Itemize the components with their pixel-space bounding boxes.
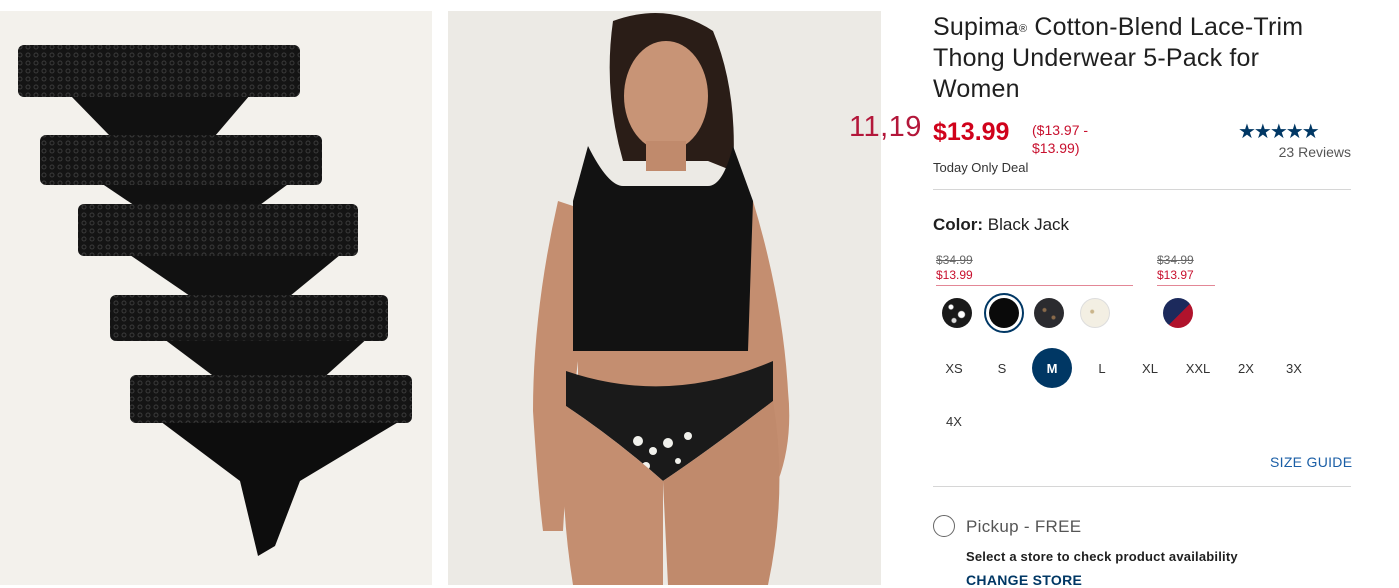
size-option-s[interactable]: S — [982, 348, 1022, 388]
group2-was-price: $34.99 — [1157, 253, 1194, 267]
size-guide-link[interactable]: SIZE GUIDE — [1270, 454, 1352, 470]
group2-now-price: $13.97 — [1157, 268, 1194, 282]
title-brand: Supima — [933, 13, 1019, 41]
swatch-cream-print[interactable] — [1080, 298, 1110, 328]
color-label: Color: Black Jack — [933, 215, 1069, 235]
star-icons: ★★★★★ — [1238, 121, 1320, 143]
group2-underline — [1157, 285, 1215, 286]
group1-underline — [936, 285, 1133, 286]
color-label-key: Color: — [933, 215, 984, 234]
sale-price: $13.99 — [933, 118, 1010, 146]
size-option-m[interactable]: M — [1032, 348, 1072, 388]
rating-stars[interactable]: ★★★★★ — [1238, 119, 1320, 144]
change-store-link[interactable]: CHANGE STORE — [966, 572, 1082, 588]
size-option-2x[interactable]: 2X — [1226, 348, 1266, 388]
size-option-3x[interactable]: 3X — [1274, 348, 1314, 388]
group1-was-price: $34.99 — [936, 253, 973, 267]
deal-label: Today Only Deal — [933, 160, 1029, 175]
pickup-label[interactable]: Pickup - FREE — [966, 517, 1081, 537]
price-range: ($13.97 - $13.99) — [1032, 122, 1089, 156]
overlay-price-annotation: 11,19 — [849, 111, 922, 143]
pickup-radio[interactable] — [933, 515, 955, 537]
size-option-xl[interactable]: XL — [1130, 348, 1170, 388]
swatch-black-floral[interactable] — [942, 298, 972, 328]
size-option-xs[interactable]: XS — [934, 348, 974, 388]
swatch-black-jack-fill — [989, 298, 1019, 328]
divider — [933, 189, 1351, 190]
size-option-xxl[interactable]: XXL — [1178, 348, 1218, 388]
swatch-black-jack-selected[interactable] — [984, 293, 1024, 333]
store-availability-message: Select a store to check product availabi… — [966, 549, 1238, 564]
product-image-flatlay[interactable] — [0, 11, 432, 585]
registered-mark: ® — [1018, 23, 1028, 35]
group1-now-price: $13.99 — [936, 268, 973, 282]
divider — [933, 486, 1351, 487]
size-option-l[interactable]: L — [1082, 348, 1122, 388]
product-image-model[interactable] — [448, 11, 881, 585]
swatch-navy-red[interactable] — [1163, 298, 1193, 328]
color-label-value: Black Jack — [987, 215, 1070, 234]
reviews-link[interactable]: 23 Reviews — [1240, 144, 1351, 160]
size-option-4x[interactable]: 4X — [934, 401, 974, 441]
model-illustration — [448, 11, 881, 585]
product-title: Supima® Cotton-Blend Lace-Trim Thong Und… — [933, 12, 1353, 105]
flatlay-illustration — [18, 45, 412, 556]
swatch-charcoal-dot[interactable] — [1034, 298, 1064, 328]
